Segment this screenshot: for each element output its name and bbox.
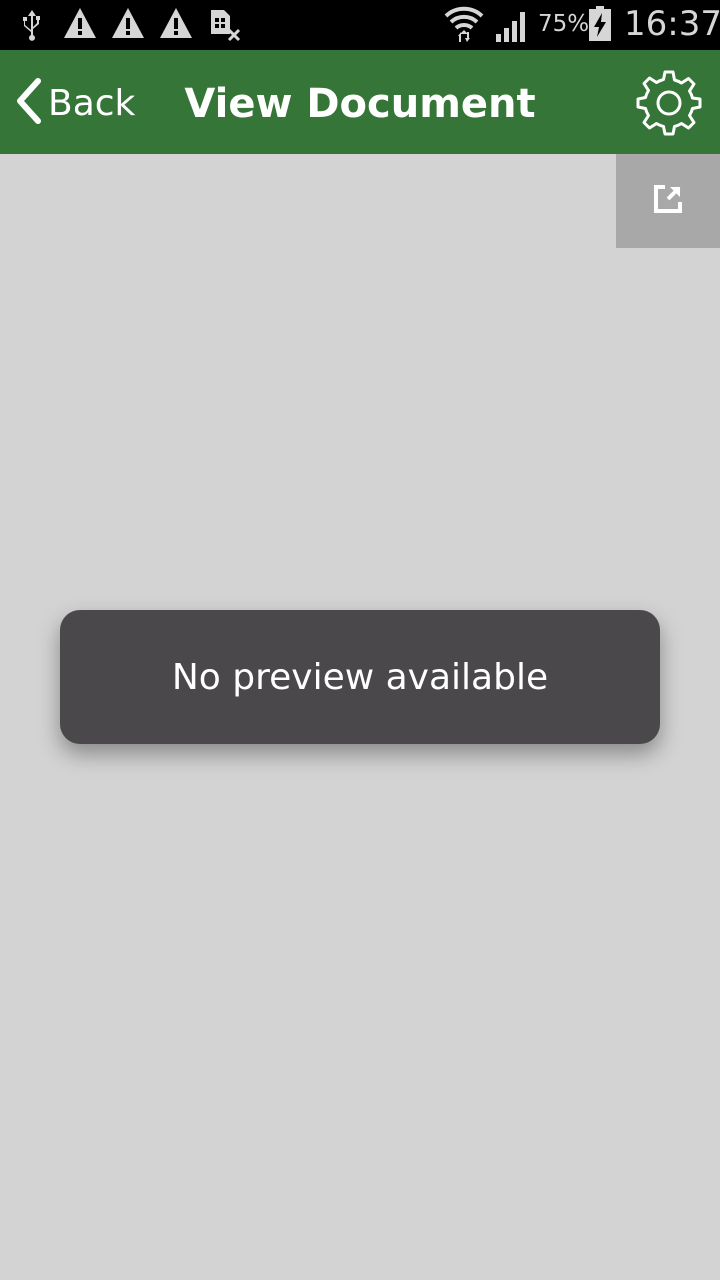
open-external-icon xyxy=(653,184,683,219)
status-bar: 75% 16:37 xyxy=(0,0,720,50)
settings-button[interactable] xyxy=(634,68,704,138)
no-sim-icon xyxy=(208,8,242,47)
gear-icon xyxy=(634,70,704,142)
battery-percent: 75% xyxy=(538,11,590,37)
warning-icon xyxy=(158,6,194,45)
status-clock: 16:37 xyxy=(624,4,720,44)
back-label: Back xyxy=(48,82,136,124)
toast-text: No preview available xyxy=(171,656,549,698)
warning-icon xyxy=(110,6,146,45)
app-bar: Back View Document xyxy=(0,50,720,154)
signal-icon xyxy=(494,8,530,49)
toast-message: No preview available xyxy=(60,610,660,744)
usb-icon xyxy=(18,8,46,47)
wifi-icon xyxy=(444,4,484,49)
back-button[interactable]: Back xyxy=(14,77,136,130)
chevron-left-icon xyxy=(14,77,44,130)
warning-icon xyxy=(62,6,98,45)
battery-charging-icon xyxy=(588,6,612,47)
open-external-button[interactable] xyxy=(616,154,720,248)
